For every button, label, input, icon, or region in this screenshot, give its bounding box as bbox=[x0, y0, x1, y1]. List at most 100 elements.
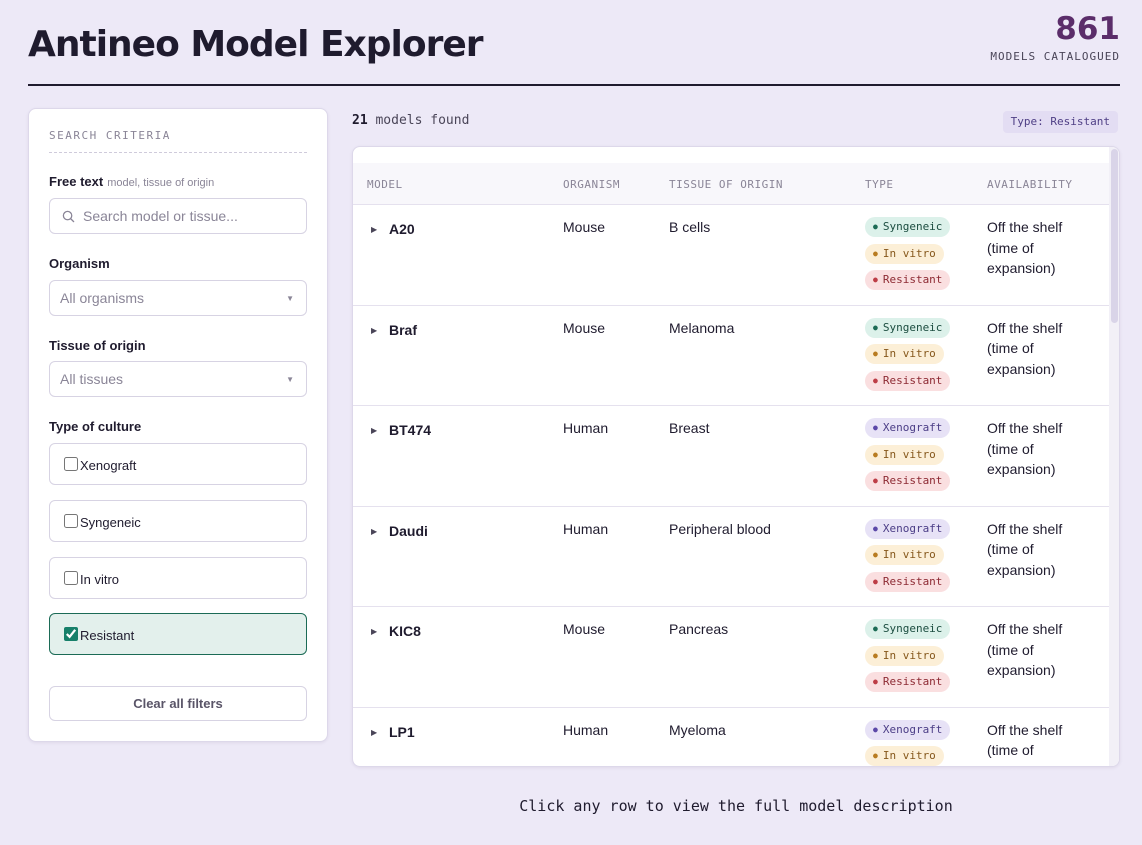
search-sidebar: SEARCH CRITERIA Free text model, tissue o… bbox=[28, 108, 328, 742]
type-badge: Syngeneic bbox=[865, 619, 951, 639]
table-row[interactable]: ▶ BT474 Human Breast Xenograft In vitro Resist… bbox=[353, 406, 1110, 507]
models-count-number: 861 bbox=[1055, 11, 1120, 47]
footer-hint: Click any row to view the full model des… bbox=[519, 797, 953, 815]
organism-select-value: All organisms bbox=[60, 290, 145, 306]
organism-cell: Human bbox=[563, 420, 609, 436]
search-criteria-heading: SEARCH CRITERIA bbox=[49, 129, 307, 153]
tissue-cell: B cells bbox=[669, 219, 711, 235]
page-header: Antineo Model Explorer 861 MODELS CATALO… bbox=[28, 0, 1120, 86]
search-input[interactable] bbox=[83, 208, 293, 224]
table-row[interactable]: ▶ KIC8 Mouse Pancreas Syngeneic In vitro Resis… bbox=[353, 607, 1110, 708]
type-badges: XenograftIn vitroResistant bbox=[865, 418, 951, 498]
model-name: BT474 bbox=[389, 422, 432, 438]
chevron-down-icon: ▼ bbox=[286, 375, 294, 384]
culture-option-syngeneic[interactable]: Syngeneic bbox=[49, 500, 307, 542]
free-text-hint: model, tissue of origin bbox=[107, 177, 215, 189]
expand-caret-icon[interactable]: ▶ bbox=[371, 527, 377, 536]
column-header-type[interactable]: TYPE bbox=[865, 178, 894, 191]
type-badge: Resistant bbox=[865, 672, 951, 692]
syngeneic-checkbox[interactable] bbox=[64, 514, 78, 528]
availability-cell: Off the shelf (time of expansion) bbox=[987, 219, 1063, 276]
availability-cell: Off the shelf (time of expansion) bbox=[987, 520, 1063, 578]
free-text-label: Free text model, tissue of origin bbox=[49, 174, 214, 189]
type-badge: Xenograft bbox=[865, 518, 951, 539]
organism-cell: Human bbox=[563, 520, 609, 537]
availability-cell: Off the shelf (time of expansion) bbox=[987, 721, 1063, 767]
model-name: Braf bbox=[389, 321, 418, 338]
type-badge: Xenograft bbox=[865, 719, 951, 740]
availability-cell: Off the shelf (time of expansion) bbox=[987, 420, 1063, 477]
table-row[interactable]: ▶ Braf Mouse Melanoma Syngeneic In vitro Resis… bbox=[353, 306, 1110, 406]
table-row[interactable]: ▶LP1HumanMyelomaXenograftIn vitroResista… bbox=[353, 708, 1110, 767]
model-name: Daudi bbox=[389, 522, 428, 539]
type-badges: XenograftIn vitroResistant bbox=[865, 719, 951, 766]
table-body: ▶ A20 Mouse B cells Syngeneic In vitro Resista… bbox=[353, 205, 1110, 767]
syngeneic-label: Syngeneic bbox=[80, 515, 141, 530]
culture-type-label: Type of culture bbox=[49, 419, 142, 434]
tissue-label: Tissue of origin bbox=[49, 338, 146, 353]
type-badges: Syngeneic In vitro Resistant bbox=[865, 217, 951, 297]
resistant-checkbox[interactable] bbox=[64, 627, 78, 641]
in-vitro-label: In vitro bbox=[80, 572, 120, 587]
table-header: MODEL ORGANISM TISSUE OF ORIGIN TYPE AVA… bbox=[353, 163, 1110, 205]
xenograft-checkbox[interactable] bbox=[64, 457, 78, 471]
model-name: KIC8 bbox=[389, 623, 421, 639]
organism-cell: Mouse bbox=[563, 319, 606, 336]
column-header-organism[interactable]: ORGANISM bbox=[563, 178, 620, 191]
organism-select[interactable]: All organisms ▼ bbox=[49, 280, 307, 316]
type-badges: Syngeneic In vitro Resistant bbox=[865, 619, 951, 699]
column-header-availability[interactable]: AVAILABILITY bbox=[987, 178, 1072, 191]
expand-caret-icon[interactable]: ▶ bbox=[371, 326, 377, 335]
tissue-cell: Peripheral blood bbox=[669, 520, 771, 537]
culture-option-xenograft[interactable]: Xenograft bbox=[49, 443, 307, 485]
type-badge: Resistant bbox=[865, 370, 951, 391]
type-badge: Resistant bbox=[865, 270, 951, 290]
app-title: Antineo Model Explorer bbox=[28, 24, 484, 65]
tissue-cell: Melanoma bbox=[669, 319, 735, 336]
organism-label: Organism bbox=[49, 256, 110, 271]
column-header-tissue[interactable]: TISSUE OF ORIGIN bbox=[669, 178, 783, 191]
models-count: 861 MODELS CATALOGUED bbox=[990, 12, 1120, 63]
tissue-cell: Pancreas bbox=[669, 621, 729, 637]
type-badges: Syngeneic In vitro Resistant bbox=[865, 317, 951, 398]
availability-cell: Off the shelf (time of expansion) bbox=[987, 621, 1063, 678]
search-field[interactable] bbox=[49, 198, 307, 234]
expand-caret-icon[interactable]: ▶ bbox=[371, 426, 377, 435]
expand-caret-icon[interactable]: ▶ bbox=[371, 728, 377, 737]
type-badge: In vitro bbox=[865, 344, 944, 364]
type-badge: In vitro bbox=[865, 645, 944, 666]
model-name: A20 bbox=[389, 221, 415, 237]
tissue-cell: Breast bbox=[669, 420, 710, 436]
tissue-cell: Myeloma bbox=[669, 721, 726, 738]
in-vitro-checkbox[interactable] bbox=[64, 571, 78, 585]
clear-filters-button[interactable]: Clear all filters bbox=[49, 686, 307, 721]
organism-cell: Mouse bbox=[563, 621, 606, 637]
type-badges: XenograftIn vitroResistant bbox=[865, 518, 951, 599]
models-count-label: MODELS CATALOGUED bbox=[990, 50, 1120, 63]
tissue-select[interactable]: All tissues ▼ bbox=[49, 361, 307, 397]
type-badge: Syngeneic bbox=[865, 217, 951, 237]
model-name: LP1 bbox=[389, 723, 415, 740]
tissue-select-value: All tissues bbox=[60, 371, 124, 387]
active-filter-badge[interactable]: Type: Resistant bbox=[1002, 111, 1118, 133]
organism-cell: Human bbox=[563, 721, 609, 738]
table-row[interactable]: ▶ Daudi Human Peripheral blood Xenograft In v… bbox=[353, 507, 1110, 607]
type-badge: Xenograft bbox=[865, 418, 951, 438]
resistant-label: Resistant bbox=[80, 628, 135, 643]
type-badge: In vitro bbox=[865, 746, 944, 766]
column-header-model[interactable]: MODEL bbox=[367, 178, 403, 191]
expand-caret-icon[interactable]: ▶ bbox=[371, 627, 377, 636]
search-icon bbox=[62, 210, 75, 222]
table-row[interactable]: ▶ A20 Mouse B cells Syngeneic In vitro Resista… bbox=[353, 205, 1110, 306]
type-badge: Resistant bbox=[865, 571, 951, 592]
culture-option-in-vitro[interactable]: In vitro bbox=[49, 557, 307, 599]
scrollbar-thumb[interactable] bbox=[1111, 149, 1118, 323]
xenograft-label: Xenograft bbox=[80, 458, 137, 473]
availability-cell: Off the shelf (time of expansion) bbox=[987, 319, 1063, 377]
expand-caret-icon[interactable]: ▶ bbox=[371, 225, 377, 234]
type-badge: Resistant bbox=[865, 471, 951, 491]
table-scrollbar[interactable] bbox=[1109, 147, 1119, 766]
results-count-number: 21 bbox=[352, 113, 368, 128]
culture-option-resistant[interactable]: Resistant bbox=[49, 613, 307, 655]
organism-cell: Mouse bbox=[563, 219, 606, 235]
